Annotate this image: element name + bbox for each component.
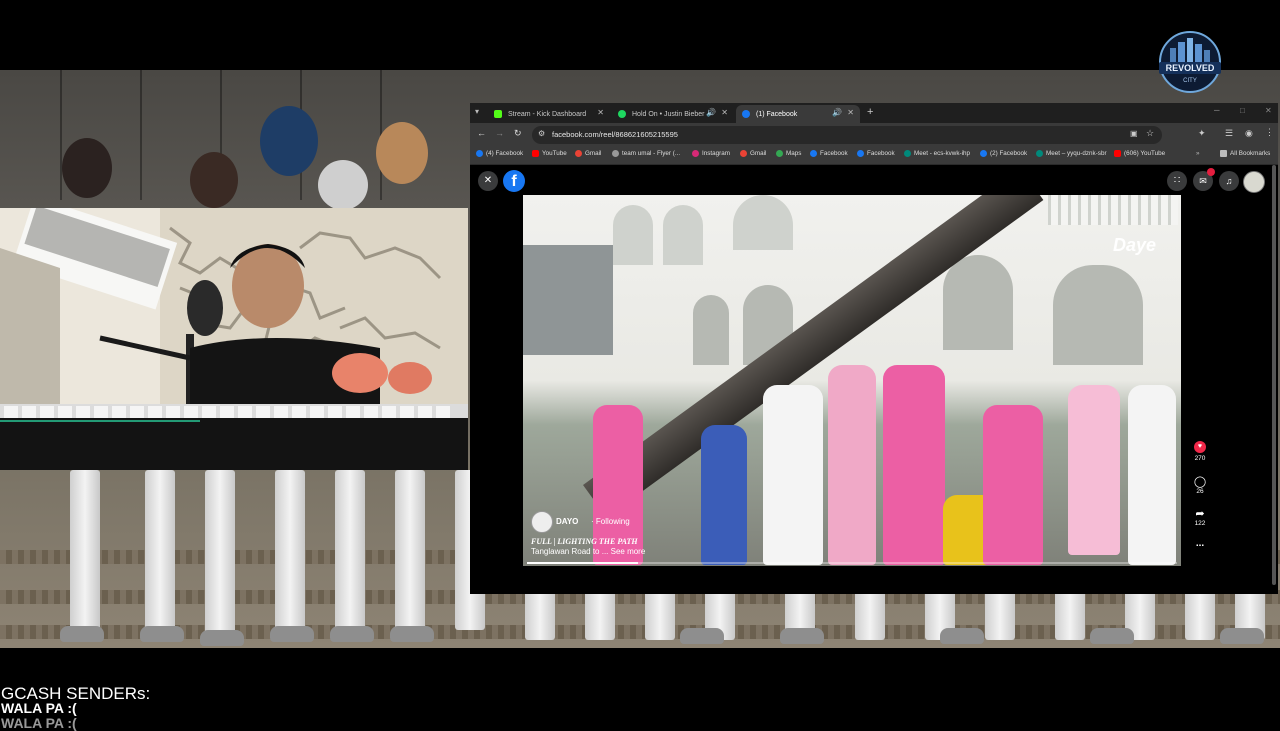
close-tab-icon[interactable]: ✕ xyxy=(847,108,854,117)
kick-icon xyxy=(494,110,502,118)
tab-facebook[interactable]: (1) Facebook 🔊 ✕ xyxy=(736,105,860,123)
bookmark-item[interactable]: Facebook xyxy=(857,150,895,157)
audio-playing-icon[interactable]: 🔊 xyxy=(706,108,716,117)
bookmark-item[interactable]: Facebook xyxy=(810,150,848,157)
heart-icon: ♥ xyxy=(1194,441,1206,453)
webcam-feed xyxy=(0,208,468,470)
avatar-character xyxy=(190,152,238,208)
bookmark-item[interactable]: Gmail xyxy=(575,150,601,157)
svg-text:REVOLVED: REVOLVED xyxy=(1166,63,1215,73)
bookmark-item[interactable]: Gmail xyxy=(740,150,766,157)
bookmark-item[interactable]: Maps xyxy=(776,150,801,157)
tab-label: Stream - Kick Dashboard xyxy=(508,110,587,118)
bookmark-item[interactable]: (2) Facebook xyxy=(980,150,1027,157)
menu-grid-icon[interactable]: ∷ xyxy=(1167,171,1187,191)
close-window-button[interactable]: ✕ xyxy=(1265,106,1272,115)
bookmark-item[interactable]: (4) Facebook xyxy=(476,150,523,157)
tab-search-icon[interactable]: ▾ xyxy=(475,107,479,116)
video-progress-fill xyxy=(527,562,638,564)
notifications-bell-icon[interactable]: ♫ xyxy=(1219,171,1239,191)
gcash-sender-line: WALA PA :( xyxy=(1,700,77,716)
menu-icon[interactable]: ⋮ xyxy=(1265,127,1274,138)
all-bookmarks-folder[interactable]: All Bookmarks xyxy=(1220,150,1270,157)
tab-label: Hold On • Justin Bieber xyxy=(632,110,705,118)
url-text: facebook.com/reel/868621605215595 xyxy=(552,130,678,139)
close-reel-button[interactable]: ✕ xyxy=(478,171,498,191)
browser-window: ▾ Stream - Kick Dashboard ✕ Hold On • Ju… xyxy=(470,103,1278,594)
page-scrollbar[interactable] xyxy=(1272,165,1276,585)
bookmarks-bar: (4) Facebook YouTube Gmail team umal - F… xyxy=(470,147,1278,165)
comment-icon: ◯ xyxy=(1193,476,1207,488)
address-toolbar: ← → ↻ ⚙ facebook.com/reel/86862160521559… xyxy=(470,123,1278,147)
comment-count: 26 xyxy=(1196,488,1204,495)
notification-badge xyxy=(1207,168,1215,176)
revolved-city-logo: REVOLVED CITY xyxy=(1154,30,1226,94)
bookmark-item[interactable]: Instagram xyxy=(692,150,730,157)
bookmark-item[interactable]: YouTube xyxy=(532,150,567,157)
tab-kick-dashboard[interactable]: Stream - Kick Dashboard ✕ xyxy=(488,105,610,123)
more-options-icon[interactable]: ... xyxy=(1190,538,1210,549)
account-avatar[interactable] xyxy=(1243,171,1265,193)
share-count: 122 xyxy=(1194,520,1206,527)
caption-text[interactable]: Tanglawan Road to ... See more xyxy=(531,547,645,556)
share-button[interactable]: ➦ 122 xyxy=(1190,507,1210,527)
bookmark-item[interactable]: Meet - ecs-kvwk-ihp xyxy=(904,150,970,157)
avatar-character xyxy=(62,138,112,198)
avatar-character xyxy=(376,122,428,184)
url-bar[interactable]: ⚙ facebook.com/reel/868621605215595 ▣ ☆ xyxy=(532,126,1162,144)
back-button[interactable]: ← xyxy=(477,128,486,138)
bookmark-item[interactable]: team umal - Flyer (... xyxy=(612,150,680,157)
svg-text:CITY: CITY xyxy=(1183,78,1197,84)
tab-spotify[interactable]: Hold On • Justin Bieber 🔊 ✕ xyxy=(612,105,734,123)
profile-icon[interactable]: ◉ xyxy=(1245,128,1253,139)
reel-video[interactable]: Daye DAYO · Following FULL | LIGHTING TH… xyxy=(523,195,1181,566)
close-tab-icon[interactable]: ✕ xyxy=(721,108,728,117)
follow-status[interactable]: · Following xyxy=(591,517,630,526)
facebook-reel-page: ✕ f ∷ ✉ ♫ Daye DAYO · Following FULL | L… xyxy=(470,165,1278,594)
forward-button[interactable]: → xyxy=(495,128,504,138)
share-icon: ➦ xyxy=(1195,508,1205,520)
site-info-icon[interactable]: ⚙ xyxy=(538,129,545,138)
extensions-icon[interactable]: ✦ xyxy=(1198,128,1206,139)
author-avatar[interactable] xyxy=(531,511,553,533)
video-progress-track[interactable] xyxy=(527,562,1177,564)
new-tab-button[interactable]: + xyxy=(867,106,873,118)
bookmark-star-icon[interactable]: ☆ xyxy=(1146,128,1154,139)
tab-label: (1) Facebook xyxy=(756,110,798,118)
spotify-icon xyxy=(618,110,626,118)
minimize-button[interactable]: – xyxy=(1214,105,1220,116)
bookmark-item[interactable]: Meet – yyqu-dznk-sbr xyxy=(1036,150,1107,157)
avatar-character xyxy=(318,160,368,210)
close-tab-icon[interactable]: ✕ xyxy=(597,108,604,117)
caption-title: FULL | LIGHTING THE PATH xyxy=(531,537,638,546)
facebook-icon xyxy=(742,110,750,118)
reload-button[interactable]: ↻ xyxy=(514,128,522,139)
gcash-sender-line: WALA PA :( xyxy=(1,715,77,731)
author-name[interactable]: DAYO xyxy=(556,517,578,526)
maximize-button[interactable]: □ xyxy=(1240,106,1245,115)
tab-strip: ▾ Stream - Kick Dashboard ✕ Hold On • Ju… xyxy=(470,103,1278,123)
video-watermark: Daye xyxy=(1113,235,1157,255)
folder-icon xyxy=(1220,150,1227,157)
reading-list-icon[interactable]: ☰ xyxy=(1225,128,1233,139)
facebook-logo-icon[interactable]: f xyxy=(503,170,525,192)
comment-button[interactable]: ◯ 26 xyxy=(1190,475,1210,495)
more-bookmarks-icon[interactable]: » xyxy=(1196,150,1200,157)
avatar-character xyxy=(260,106,318,176)
bookmark-item[interactable]: (606) YouTube xyxy=(1114,150,1165,157)
like-count: 270 xyxy=(1194,455,1206,462)
cast-icon[interactable]: ▣ xyxy=(1130,129,1138,138)
audio-playing-icon[interactable]: 🔊 xyxy=(832,108,842,117)
like-button[interactable]: ♥ 270 xyxy=(1190,441,1210,462)
